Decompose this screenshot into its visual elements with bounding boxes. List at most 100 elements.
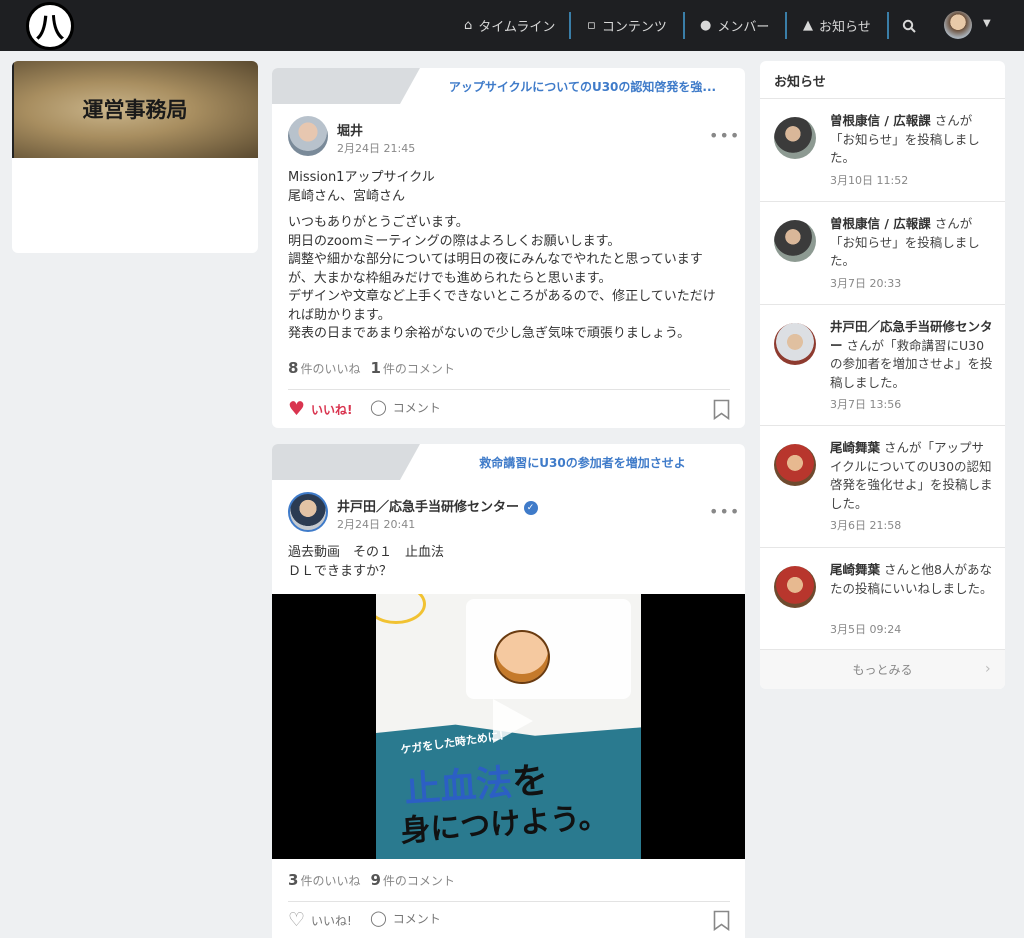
nav-members[interactable]: ● メンバー bbox=[700, 0, 769, 51]
user-avatar[interactable] bbox=[944, 11, 972, 39]
comment-button[interactable]: ◯ コメント bbox=[370, 909, 441, 927]
users-icon: ● bbox=[700, 18, 712, 33]
post-card: 救命講習にU30の参加者を増加させよ 井戸田／応急手当研修センター ✓ 2月24… bbox=[272, 444, 745, 938]
organization-card[interactable]: 運営事務局 bbox=[12, 61, 258, 253]
post-line: 過去動画 その１ 止血法 bbox=[288, 545, 445, 560]
comment-button-label: コメント bbox=[392, 911, 441, 926]
decoration-curve bbox=[376, 594, 426, 624]
notification-avatar bbox=[774, 117, 816, 159]
author-avatar[interactable] bbox=[288, 492, 328, 532]
post-line: れば助かります。 bbox=[288, 307, 391, 323]
post-line: Mission1アップサイクル bbox=[288, 170, 435, 185]
author-name[interactable]: 堀井 bbox=[337, 120, 363, 139]
notification-time: 3月7日 20:33 bbox=[830, 276, 902, 290]
post-line: 明日のzoomミーティングの際はよろしくお願いします。 bbox=[288, 233, 621, 249]
post-line: いつもありがとうございます。 bbox=[288, 215, 469, 230]
cartoon-face bbox=[494, 630, 550, 684]
nav-divider bbox=[569, 12, 571, 39]
comment-button[interactable]: ◯ コメント bbox=[370, 398, 441, 416]
like-count-label: 件のいいね bbox=[300, 362, 361, 376]
more-options-icon[interactable]: ••• bbox=[709, 502, 740, 521]
bookmark-icon[interactable] bbox=[713, 910, 730, 931]
top-navigation-bar: 八 ⌂ タイムライン ▫ コンテンツ ● メンバー ▲ お知らせ ▼ bbox=[0, 0, 1024, 51]
logo[interactable]: 八 bbox=[26, 2, 74, 50]
nav-timeline[interactable]: ⌂ タイムライン bbox=[464, 0, 555, 51]
nav-contents-label: コンテンツ bbox=[601, 20, 667, 35]
notification-item[interactable]: 尾崎舞葉 さんと他8人があなたの投稿にいいねしました。 3月5日 09:24 bbox=[760, 547, 1005, 651]
post-card: アップサイクルについてのU30の認知啓発を強... 堀井 2月24日 21:45… bbox=[272, 68, 745, 428]
play-icon[interactable] bbox=[493, 699, 533, 743]
divider bbox=[288, 901, 730, 902]
notification-item[interactable]: 曽根康信 / 広報課 さんが「お知らせ」を投稿しました。 3月10日 11:52 bbox=[760, 98, 1005, 201]
video-thumbnail: ケガをした時ために！ 止血法を 身につけよう。 bbox=[376, 594, 641, 859]
more-options-icon[interactable]: ••• bbox=[709, 126, 740, 145]
comment-button-label: コメント bbox=[392, 400, 441, 415]
notification-time: 3月7日 13:56 bbox=[830, 398, 902, 411]
heart-icon: ♥ bbox=[288, 398, 306, 420]
nav-notices-label: お知らせ bbox=[819, 20, 871, 35]
show-more-button[interactable]: もっとみる bbox=[760, 649, 1005, 689]
chevron-down-icon[interactable]: ▼ bbox=[983, 18, 991, 29]
post-body: 過去動画 その１ 止血法 ＤＬできますか？ bbox=[288, 544, 733, 581]
like-button[interactable]: ♡ いいね! bbox=[288, 909, 352, 931]
search-icon[interactable] bbox=[902, 0, 916, 51]
notifications-panel: お知らせ 曽根康信 / 広報課 さんが「お知らせ」を投稿しました。 3月10日 1… bbox=[760, 61, 1005, 689]
nav-timeline-label: タイムライン bbox=[478, 20, 556, 35]
notification-avatar bbox=[774, 566, 816, 608]
nav-divider bbox=[683, 12, 685, 39]
like-count: 3 bbox=[288, 871, 299, 889]
chevron-right-icon[interactable]: › bbox=[985, 661, 991, 677]
notification-message: さんが「救命講習にU30の参加者を増加させよ」を投稿しました。 bbox=[830, 337, 993, 390]
notification-text: 尾崎舞葉 さんが「アップサイクルについてのU30の認知啓発を強化せよ」を投稿しま… bbox=[830, 439, 995, 513]
notification-item[interactable]: 井戸田／応急手当研修センター さんが「救命講習にU30の参加者を増加させよ」を投… bbox=[760, 304, 1005, 425]
mission-link[interactable]: アップサイクルについてのU30の認知啓発を強... bbox=[400, 68, 745, 104]
notification-text: 曽根康信 / 広報課 さんが「お知らせ」を投稿しました。 bbox=[830, 215, 995, 271]
mission-link[interactable]: 救命講習にU30の参加者を増加させよ bbox=[400, 444, 745, 480]
post-line: ＤＬできますか？ bbox=[288, 563, 393, 579]
author-avatar[interactable] bbox=[288, 116, 328, 156]
video-player[interactable]: ケガをした時ために！ 止血法を 身につけよう。 bbox=[272, 594, 745, 859]
comment-count: 1 bbox=[370, 359, 381, 377]
notification-time: 3月5日 09:24 bbox=[830, 622, 902, 636]
post-line: が、大まかな枠組みだけでも進められたらと思います。 bbox=[288, 270, 612, 286]
notification-item[interactable]: 尾崎舞葉 さんが「アップサイクルについてのU30の認知啓発を強化せよ」を投稿しま… bbox=[760, 425, 1005, 547]
like-button[interactable]: ♥ いいね! bbox=[288, 398, 353, 420]
heart-outline-icon: ♡ bbox=[288, 909, 306, 931]
like-button-label: いいね! bbox=[311, 913, 352, 928]
post-paragraph: Mission1アップサイクル 尾崎さん、宮崎さん bbox=[288, 169, 733, 206]
like-count: 8 bbox=[288, 359, 299, 377]
post-paragraph: いつもありがとうございます。明日のzoomミーティングの際はよろしくお願いします… bbox=[288, 214, 733, 344]
nav-notices[interactable]: ▲ お知らせ bbox=[803, 0, 871, 51]
post-stats: 3 件のいいね 9 件のコメント bbox=[288, 871, 455, 889]
notification-text: 曽根康信 / 広報課 さんが「お知らせ」を投稿しました。 bbox=[830, 112, 995, 168]
notifications-title: お知らせ bbox=[774, 75, 826, 90]
home-icon: ⌂ bbox=[464, 18, 473, 33]
post-line: デザインや文章など上手くできないところがあるので、修正していただけ bbox=[288, 289, 716, 304]
comment-icon: ◯ bbox=[370, 909, 387, 927]
notification-time: 3月10日 11:52 bbox=[830, 173, 909, 187]
post-timestamp: 2月24日 20:41 bbox=[337, 518, 416, 531]
organization-name: 運営事務局 bbox=[82, 96, 188, 122]
notification-text: 尾崎舞葉 さんと他8人があなたの投稿にいいねしました。 bbox=[830, 561, 995, 598]
notification-avatar bbox=[774, 220, 816, 262]
post-line: 尾崎さん、宮崎さん bbox=[288, 188, 406, 204]
comment-count: 9 bbox=[370, 871, 381, 889]
notification-avatar bbox=[774, 444, 816, 486]
like-button-label: いいね! bbox=[311, 402, 353, 417]
verified-icon: ✓ bbox=[523, 500, 538, 515]
notification-avatar bbox=[774, 323, 816, 365]
author-name-text: 井戸田／応急手当研修センター bbox=[337, 500, 520, 515]
notification-actor: 尾崎舞葉 bbox=[830, 562, 881, 577]
notification-time: 3月6日 21:58 bbox=[830, 519, 902, 532]
notification-actor: 尾崎舞葉 bbox=[830, 440, 881, 455]
author-name[interactable]: 井戸田／応急手当研修センター ✓ bbox=[337, 496, 538, 515]
notification-actor: 曽根康信 / 広報課 bbox=[830, 113, 931, 128]
bookmark-icon[interactable] bbox=[713, 399, 730, 420]
post-body: Mission1アップサイクル 尾崎さん、宮崎さんいつもありがとうございます。明日… bbox=[288, 169, 733, 352]
notification-item[interactable]: 曽根康信 / 広報課 さんが「お知らせ」を投稿しました。 3月7日 20:33 bbox=[760, 201, 1005, 304]
post-line: 調整や細かな部分については明日の夜にみんなでやれたと思っています bbox=[288, 252, 703, 267]
post-stats: 8 件のいいね 1 件のコメント bbox=[288, 359, 455, 377]
bell-icon: ▲ bbox=[803, 18, 813, 33]
nav-contents[interactable]: ▫ コンテンツ bbox=[587, 0, 667, 51]
divider bbox=[288, 389, 730, 390]
